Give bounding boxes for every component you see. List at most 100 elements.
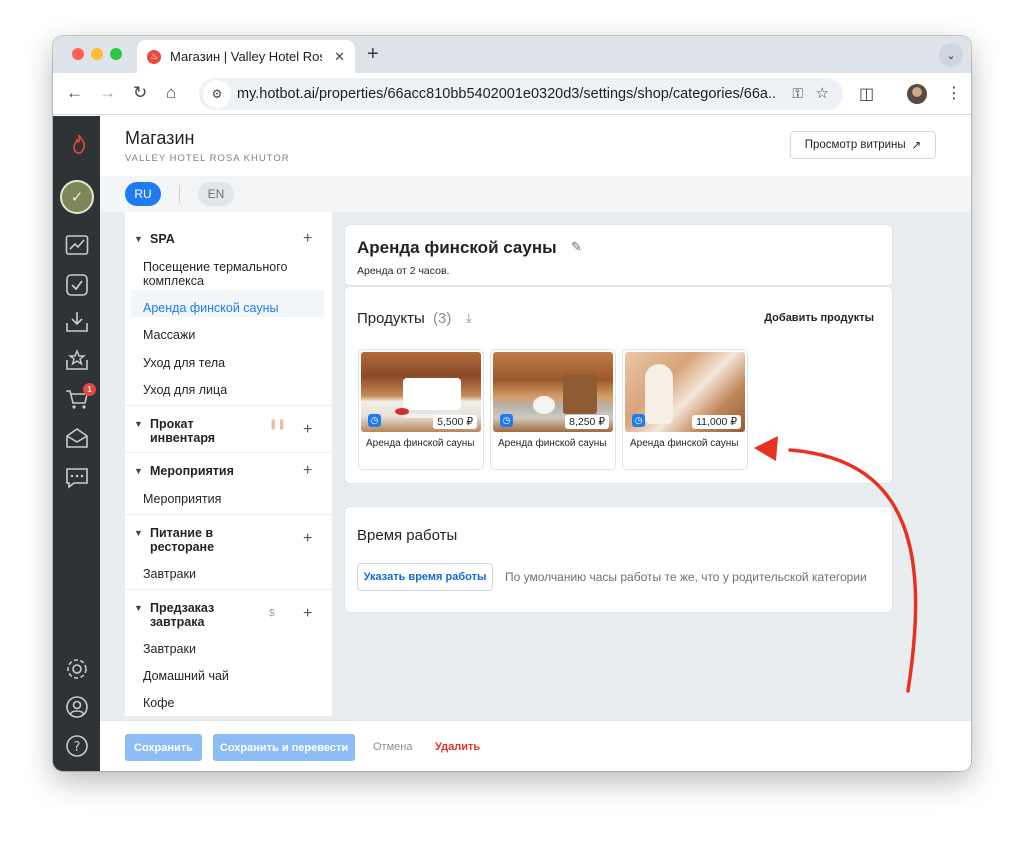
save-button[interactable]: Сохранить: [125, 734, 202, 761]
divider: [125, 514, 332, 515]
category-label: Мероприятия: [150, 464, 234, 478]
chevron-down-icon[interactable]: ▼: [134, 601, 143, 615]
product-price: 11,000 ₽: [692, 415, 741, 429]
back-button[interactable]: ←: [66, 83, 83, 103]
reviews-icon[interactable]: [65, 348, 89, 372]
tasks-icon[interactable]: [65, 273, 89, 297]
subcategory-item[interactable]: Завтраки: [143, 642, 313, 656]
view-storefront-label: Просмотр витрины: [804, 139, 906, 151]
chevron-down-icon[interactable]: ▼: [134, 232, 143, 246]
subcategory-item-active[interactable]: Аренда финской сауны: [143, 301, 313, 315]
minimize-window-button[interactable]: [91, 48, 103, 60]
product-card[interactable]: ◷ 8,250 ₽ Аренда финской сауны: [491, 350, 615, 469]
chat-icon[interactable]: [65, 466, 89, 490]
settings-icon[interactable]: [65, 657, 89, 681]
towel-shape: [403, 378, 461, 410]
product-card[interactable]: ◷ 5,500 ₽ Аренда финской сауны: [359, 350, 483, 469]
maximize-window-button[interactable]: [110, 48, 122, 60]
add-subcategory-button[interactable]: +: [303, 531, 312, 547]
forward-button[interactable]: →: [99, 83, 116, 103]
page-header: Магазин VALLEY HOTEL ROSA KHUTOR Просмот…: [100, 116, 971, 176]
download-icon[interactable]: ⤓: [466, 310, 472, 326]
view-storefront-button[interactable]: Просмотр витрины ↗: [790, 131, 936, 159]
help-icon[interactable]: ?: [65, 734, 89, 758]
browser-tab[interactable]: ♨ Магазин | Valley Hotel Rosa Khutor ✕: [137, 40, 355, 73]
product-name: Аренда финской сауны: [630, 438, 739, 449]
project-avatar[interactable]: ✓: [60, 180, 94, 214]
cancel-button[interactable]: Отмена: [373, 741, 412, 753]
add-subcategory-button[interactable]: +: [303, 422, 312, 438]
hotel-name: VALLEY HOTEL ROSA KHUTOR: [125, 153, 290, 164]
tab-search-button[interactable]: ⌄: [939, 43, 963, 67]
subcategory-item[interactable]: Уход для лица: [143, 383, 313, 397]
petal-shape: [395, 408, 409, 415]
lang-ru-button[interactable]: RU: [125, 182, 161, 206]
svg-text:?: ?: [74, 740, 81, 755]
chevron-down-icon[interactable]: ▼: [134, 464, 143, 478]
subcategory-item[interactable]: Кофе: [143, 696, 313, 710]
work-hours-heading: Время работы: [357, 527, 458, 544]
category-label: SPA: [150, 232, 175, 246]
chevron-down-icon[interactable]: ▼: [134, 417, 143, 431]
edit-pencil-icon[interactable]: ✎: [571, 239, 582, 255]
delete-button[interactable]: Удалить: [435, 741, 480, 753]
subcategory-item[interactable]: Посещение термального комплекса: [143, 260, 313, 288]
profile-icon[interactable]: [65, 695, 89, 719]
address-bar[interactable]: ⚙ my.hotbot.ai/properties/66acc810bb5402…: [199, 78, 843, 110]
page-title: Магазин: [125, 128, 195, 148]
product-image: ◷ 11,000 ₽: [625, 352, 745, 432]
url-path: /properties/66acc810bb5402001e0320d3/set…: [314, 86, 777, 102]
bookmark-star-icon[interactable]: ☆: [816, 84, 829, 102]
add-subcategory-button[interactable]: +: [303, 606, 312, 622]
add-products-button[interactable]: Добавить продукты: [764, 312, 874, 324]
tab-title: Магазин | Valley Hotel Rosa Khutor: [170, 49, 322, 64]
extensions-icon[interactable]: ◫: [859, 84, 874, 104]
browser-window: ♨ Магазин | Valley Hotel Rosa Khutor ✕ +…: [53, 36, 971, 771]
save-and-translate-button[interactable]: Сохранить и перевести: [213, 734, 355, 761]
action-footer: Сохранить Сохранить и перевести Отмена У…: [100, 720, 971, 771]
add-subcategory-button[interactable]: +: [303, 231, 312, 247]
person-shape: [645, 364, 673, 424]
home-button[interactable]: ⌂: [166, 83, 176, 103]
subcategory-item[interactable]: Уход для тела: [143, 356, 313, 370]
clock-icon: ◷: [368, 414, 381, 427]
add-subcategory-button[interactable]: +: [303, 463, 312, 479]
mail-icon[interactable]: [65, 426, 89, 450]
category-label: Прокат инвентаря: [150, 417, 216, 445]
analytics-icon[interactable]: [65, 233, 89, 257]
chevron-down-icon[interactable]: ▼: [134, 526, 143, 540]
browser-toolbar: ← → ↻ ⌂ ⚙ my.hotbot.ai/properties/66acc8…: [53, 73, 971, 115]
reload-button[interactable]: ↻: [133, 83, 147, 103]
products-heading: Продукты: [357, 310, 425, 327]
category-detail-card: Аренда финской сауны ✎ Аренда от 2 часов…: [345, 225, 892, 285]
category-title: Аренда финской сауны: [357, 238, 557, 257]
set-work-hours-button[interactable]: Указать время работы: [357, 563, 493, 591]
product-image: ◷ 8,250 ₽: [493, 352, 613, 432]
close-window-button[interactable]: [72, 48, 84, 60]
category-tree: ▼ SPA + Посещение термального комплекса …: [125, 212, 332, 716]
subcategory-item[interactable]: Домашний чай: [143, 669, 313, 683]
category-description: Аренда от 2 часов.: [357, 265, 450, 277]
product-price: 5,500 ₽: [433, 415, 477, 429]
subcategory-item[interactable]: Завтраки: [143, 567, 313, 581]
subcategory-item[interactable]: Массажи: [143, 328, 313, 342]
external-arrow-icon: ↗: [911, 140, 922, 152]
profile-avatar[interactable]: [907, 84, 927, 104]
flame-logo-icon[interactable]: [67, 132, 91, 156]
key-icon[interactable]: ⚿: [792, 85, 803, 102]
language-switcher: RU EN: [100, 176, 971, 212]
paused-icon: ❚❚: [269, 419, 286, 430]
inbox-icon[interactable]: [65, 310, 89, 334]
site-settings-icon[interactable]: ⚙: [203, 80, 231, 108]
product-card[interactable]: ◷ 11,000 ₽ Аренда финской сауны: [623, 350, 747, 469]
divider: [125, 452, 332, 453]
products-count: (3): [433, 310, 452, 327]
browser-menu-icon[interactable]: ⋮: [946, 83, 962, 103]
lang-en-button[interactable]: EN: [198, 182, 234, 206]
tab-bar: ♨ Магазин | Valley Hotel Rosa Khutor ✕ +…: [53, 36, 971, 73]
lang-divider: [179, 185, 180, 203]
product-name: Аренда финской сауны: [366, 438, 475, 449]
close-tab-icon[interactable]: ✕: [334, 49, 345, 65]
subcategory-item[interactable]: Мероприятия: [143, 492, 313, 506]
new-tab-button[interactable]: +: [367, 44, 379, 64]
